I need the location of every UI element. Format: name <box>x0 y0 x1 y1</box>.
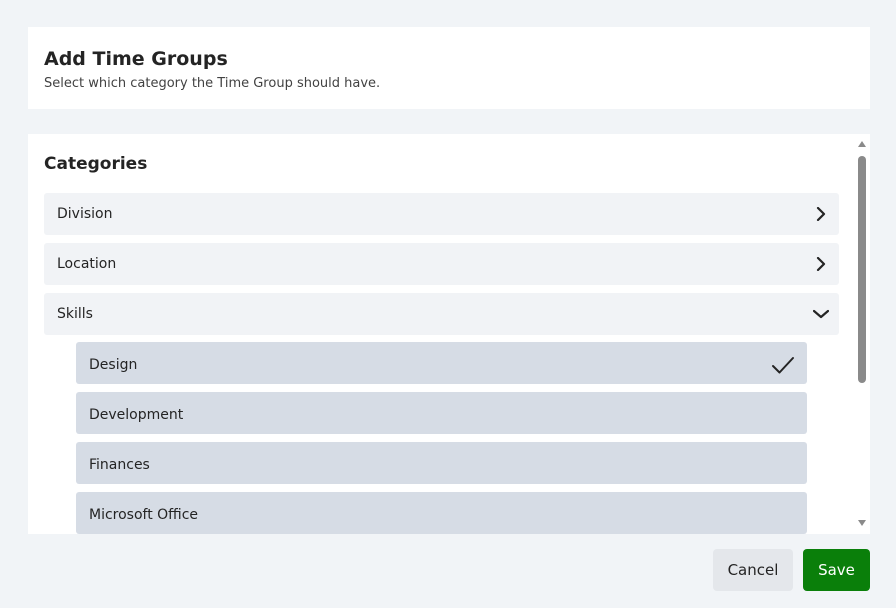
chevron-right-icon <box>813 193 829 235</box>
skill-option-development[interactable]: Development <box>76 392 807 434</box>
dialog-header: Add Time Groups Select which category th… <box>28 27 870 109</box>
skill-option-label: Microsoft Office <box>89 507 199 523</box>
category-label: Location <box>57 256 117 272</box>
dialog-title: Add Time Groups <box>44 48 228 70</box>
chevron-down-icon <box>813 293 829 335</box>
save-button[interactable]: Save <box>803 549 870 591</box>
categories-list: Categories Division Location Skills Desi… <box>28 134 854 534</box>
category-label: Division <box>57 206 113 222</box>
skill-option-label: Finances <box>89 457 150 473</box>
skill-option-label: Development <box>89 407 184 423</box>
categories-heading: Categories <box>44 154 148 174</box>
dialog-subtitle: Select which category the Time Group sho… <box>44 76 381 91</box>
category-row-division[interactable]: Division <box>44 193 839 235</box>
scroll-up-arrow-icon[interactable] <box>858 141 866 147</box>
categories-panel: Categories Division Location Skills Desi… <box>28 134 870 534</box>
scroll-down-arrow-icon[interactable] <box>858 520 866 526</box>
category-label: Skills <box>57 306 93 322</box>
category-row-location[interactable]: Location <box>44 243 839 285</box>
scrollbar-thumb[interactable] <box>858 156 866 383</box>
skill-option-finances[interactable]: Finances <box>76 442 807 484</box>
skill-option-microsoft-office[interactable]: Microsoft Office <box>76 492 807 534</box>
checkmark-icon <box>771 351 795 375</box>
category-row-skills[interactable]: Skills <box>44 293 839 335</box>
vertical-scrollbar[interactable] <box>854 134 870 534</box>
dialog-footer: Cancel Save <box>0 549 896 591</box>
chevron-right-icon <box>813 243 829 285</box>
skill-option-label: Design <box>89 357 138 373</box>
cancel-button[interactable]: Cancel <box>713 549 793 591</box>
skill-option-design[interactable]: Design <box>76 342 807 384</box>
add-time-groups-dialog: Add Time Groups Select which category th… <box>0 0 896 608</box>
